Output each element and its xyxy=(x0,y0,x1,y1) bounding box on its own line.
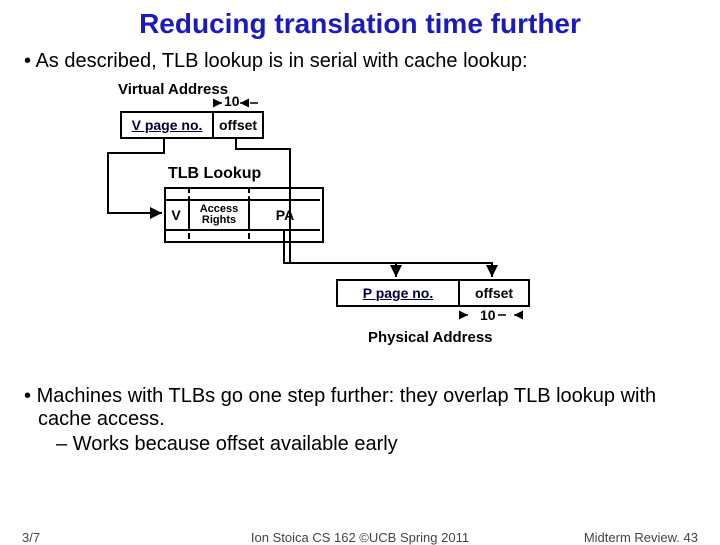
bullet-1-text: As described, TLB lookup is in serial wi… xyxy=(35,50,527,72)
sub-bullet: – Works because offset available early xyxy=(56,433,700,456)
slide-title: Reducing translation time further xyxy=(0,0,720,40)
bullet-2: • Machines with TLBs go one step further… xyxy=(24,385,700,431)
sub-bullet-text: Works because offset available early xyxy=(73,433,398,455)
footer-right: Midterm Review. 43 xyxy=(584,530,698,545)
diagram: Virtual Address 10 V page no. offset TLB… xyxy=(0,75,720,375)
diagram-wires xyxy=(0,75,720,375)
bullet-2-text: Machines with TLBs go one step further: … xyxy=(37,385,657,430)
bullet-1: • As described, TLB lookup is in serial … xyxy=(24,50,700,73)
